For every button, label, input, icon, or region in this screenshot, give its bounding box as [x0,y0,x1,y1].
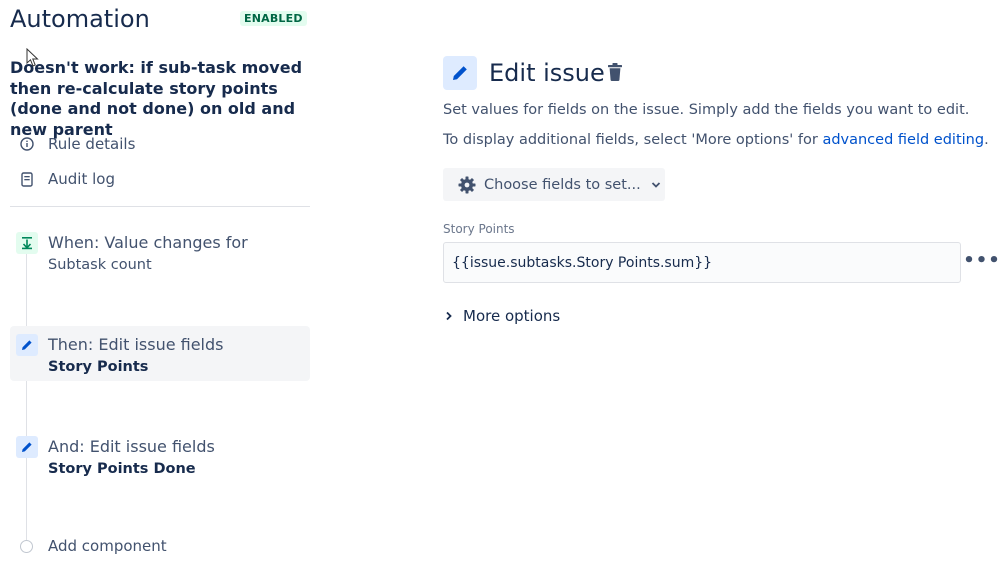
nav-audit-log[interactable]: Audit log [18,170,115,188]
more-actions-icon[interactable]: ••• [963,249,999,271]
info-icon [18,137,36,151]
gear-icon [457,175,477,195]
rule-sidebar: Automation ENABLED Doesn't work: if sub-… [0,0,320,570]
nav-audit-log-label: Audit log [48,170,115,188]
more-options-toggle[interactable]: More options [445,307,560,325]
nav-rule-details[interactable]: Rule details [18,135,135,153]
divider [10,206,310,207]
edit-pencil-icon [443,56,477,90]
trash-icon[interactable] [607,62,623,86]
pencil-icon [16,334,38,356]
advanced-hint-suffix: . [984,132,989,148]
pencil-icon [16,436,38,458]
timeline-line [26,250,27,550]
advanced-field-editing-link[interactable]: advanced field editing [822,132,984,148]
trigger-icon [16,232,38,254]
component-action-2[interactable]: And: Edit issue fields Story Points Done [10,428,310,488]
mouse-cursor-icon [26,48,39,67]
choose-fields-label: Choose fields to set... [484,176,641,193]
add-component-dot-icon [20,539,33,553]
component-editor: Edit issue Set values for fields on the … [443,0,999,570]
choose-fields-button[interactable]: Choose fields to set... [443,168,665,201]
component-trigger-label: When: Value changes for [48,233,248,252]
add-component-label: Add component [48,537,167,555]
chevron-right-icon [445,311,453,321]
component-action-1-detail: Story Points [48,359,149,375]
editor-description: Set values for fields on the issue. Simp… [443,102,970,118]
component-trigger-detail: Subtask count [48,257,152,273]
add-component-button[interactable]: Add component [20,537,167,555]
chevron-down-icon [651,181,661,189]
story-points-field-label: Story Points [443,222,515,236]
status-badge: ENABLED [240,11,307,26]
editor-title: Edit issue [489,59,605,87]
editor-advanced-hint: To display additional fields, select 'Mo… [443,132,989,148]
component-action-1-label: Then: Edit issue fields [48,335,224,354]
document-icon [18,171,36,187]
advanced-hint-text: To display additional fields, select 'Mo… [443,132,823,148]
component-trigger[interactable]: When: Value changes for Subtask count [10,224,310,284]
nav-rule-details-label: Rule details [48,135,136,153]
app-title: Automation [10,5,150,33]
component-action-1[interactable]: Then: Edit issue fields Story Points [10,326,310,381]
story-points-input[interactable]: {{issue.subtasks.Story Points.sum}} [443,242,961,283]
rule-title: Doesn't work: if sub-task moved then re-… [10,58,303,139]
component-action-2-label: And: Edit issue fields [48,437,215,456]
component-action-2-detail: Story Points Done [48,461,196,477]
more-options-label: More options [463,307,561,325]
